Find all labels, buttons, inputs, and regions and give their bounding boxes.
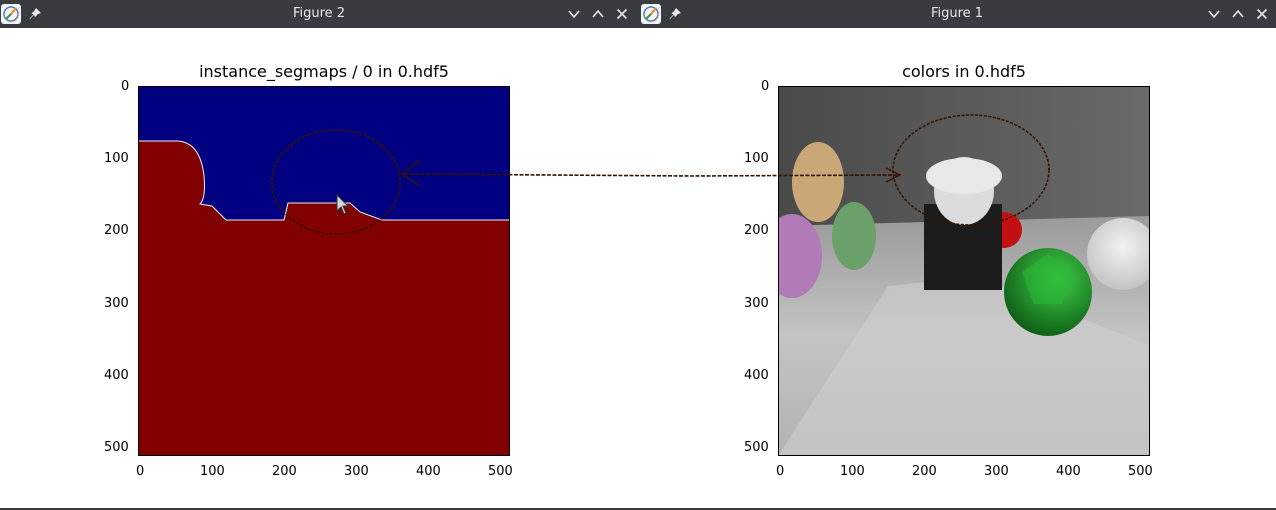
annotation-circle-left [271,129,401,235]
annotation-arrowhead-left [400,159,421,187]
annotation-circle-right [892,114,1050,226]
annotation-overlay [271,114,1050,235]
annotation-arrow [403,173,899,177]
